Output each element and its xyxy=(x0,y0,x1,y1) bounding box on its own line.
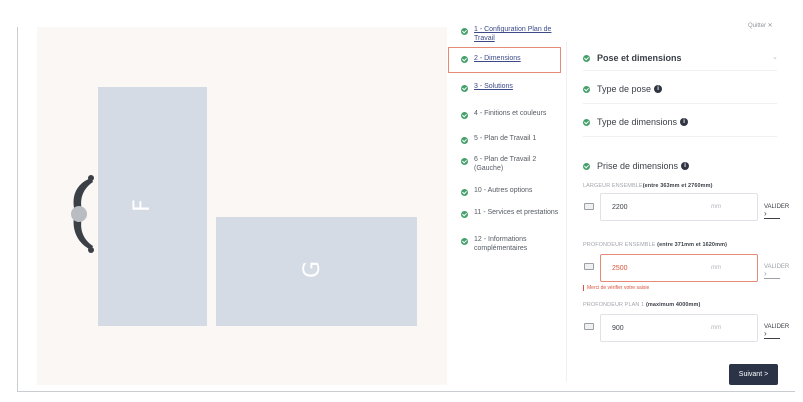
chevron-down-icon[interactable]: ⌄ xyxy=(772,53,778,61)
profondeur-plan-value: 900 xyxy=(612,325,624,332)
dimensions-panel: Quitter ✕ Pose et dimensions ⌄ Type de p… xyxy=(570,22,790,386)
profondeur-plan-input[interactable]: 900 mm xyxy=(600,314,758,342)
largeur-label: LARGEUR ENSEMBLE(entre 363mm et 2760mm) xyxy=(583,183,713,189)
profondeur-label: PROFONDEUR ENSEMBLE (entre 371mm et 1620… xyxy=(583,242,728,248)
check-icon xyxy=(461,137,468,144)
step-label: 5 - Plan de Travail 1 xyxy=(474,135,537,142)
step-label: 12 - Informations complémentaires xyxy=(474,236,528,252)
step-item-informations[interactable]: 12 - Informations complémentaires xyxy=(448,236,568,253)
valider-button[interactable]: VALIDER › xyxy=(764,264,789,279)
step-item-dimensions[interactable]: 2 - Dimensions xyxy=(448,47,561,73)
check-icon xyxy=(461,85,468,92)
step-label: 4 - Finitions et couleurs xyxy=(474,110,547,117)
section-pose-dimensions[interactable]: Pose et dimensions xyxy=(583,53,682,63)
section-title: Pose et dimensions xyxy=(597,53,682,63)
info-icon[interactable]: i xyxy=(680,118,689,126)
step-label: 2 - Dimensions xyxy=(474,55,521,62)
step-item-plan-2[interactable]: 6 - Plan de Travail 2 (Gauche) xyxy=(448,156,568,173)
largeur-value: 2200 xyxy=(612,204,628,211)
check-icon xyxy=(461,238,468,245)
block-f-label: F xyxy=(129,199,155,212)
check-icon xyxy=(461,158,468,165)
step-label: 10 - Autres options xyxy=(474,187,533,194)
step-label: 11 - Services et prestations xyxy=(474,209,559,216)
step-item-finitions[interactable]: 4 - Finitions et couleurs xyxy=(448,110,568,119)
check-icon xyxy=(583,162,590,170)
check-icon xyxy=(583,118,590,126)
step-item-autres-options[interactable]: 10 - Autres options xyxy=(448,187,568,196)
unit-label: mm xyxy=(711,204,721,210)
section-title: Type de dimensions xyxy=(597,117,678,127)
divider xyxy=(583,70,777,71)
block-g-label: G xyxy=(300,260,326,279)
info-icon[interactable]: i xyxy=(654,85,663,93)
next-button[interactable]: Suivant > xyxy=(729,364,778,385)
worktop-block-f[interactable]: F xyxy=(98,87,207,326)
step-label: 3 - Solutions xyxy=(474,83,513,90)
unit-label: mm xyxy=(711,325,721,331)
section-prise-dimensions[interactable]: Prise de dimensions i xyxy=(583,161,690,171)
step-item-plan-1[interactable]: 5 - Plan de Travail 1 xyxy=(448,135,568,144)
person-position-icon xyxy=(71,175,94,253)
plan-canvas[interactable]: F G xyxy=(37,27,447,385)
step-item-configuration[interactable]: 1 - Configuration Plan de Travail xyxy=(448,26,568,43)
check-icon xyxy=(461,189,468,196)
info-icon[interactable]: i xyxy=(681,162,690,170)
unit-label: mm xyxy=(711,265,721,271)
check-icon xyxy=(583,54,590,62)
largeur-input[interactable]: 2200 mm xyxy=(600,193,758,221)
section-title: Type de pose xyxy=(597,84,652,94)
keyboard-icon xyxy=(584,323,594,330)
check-icon xyxy=(583,85,590,93)
keyboard-icon xyxy=(584,263,594,270)
divider xyxy=(583,136,777,137)
valider-button[interactable]: VALIDER › xyxy=(764,204,789,219)
section-type-dimensions[interactable]: Type de dimensions i xyxy=(583,117,689,127)
error-message: Merci de vérifier votre saisie xyxy=(583,285,649,291)
profondeur-plan-label: PROFONDEUR PLAN 1 (maximum 4000mm) xyxy=(583,302,701,308)
step-item-solutions[interactable]: 3 - Solutions xyxy=(448,83,568,92)
valider-button[interactable]: VALIDER › xyxy=(764,324,789,339)
steps-nav: 1 - Configuration Plan de Travail 2 - Di… xyxy=(448,24,568,384)
step-label: 1 - Configuration Plan de Travail xyxy=(474,26,552,42)
section-title: Prise de dimensions xyxy=(597,161,679,171)
check-icon xyxy=(461,211,468,218)
section-type-pose[interactable]: Type de pose i xyxy=(583,84,663,94)
profondeur-value: 2500 xyxy=(612,265,628,272)
worktop-block-g[interactable]: G xyxy=(216,217,417,326)
check-icon xyxy=(461,56,468,63)
profondeur-input[interactable]: 2500 mm xyxy=(600,254,758,282)
keyboard-icon xyxy=(584,203,594,210)
check-icon xyxy=(461,112,468,119)
step-item-services[interactable]: 11 - Services et prestations xyxy=(448,209,568,218)
chevron-right-icon: › xyxy=(764,330,780,339)
chevron-right-icon: › xyxy=(764,270,780,279)
quit-button[interactable]: Quitter ✕ xyxy=(748,22,773,29)
chevron-right-icon: › xyxy=(764,210,780,219)
divider xyxy=(583,103,777,104)
check-icon xyxy=(461,28,468,35)
step-label: 6 - Plan de Travail 2 (Gauche) xyxy=(474,156,537,172)
